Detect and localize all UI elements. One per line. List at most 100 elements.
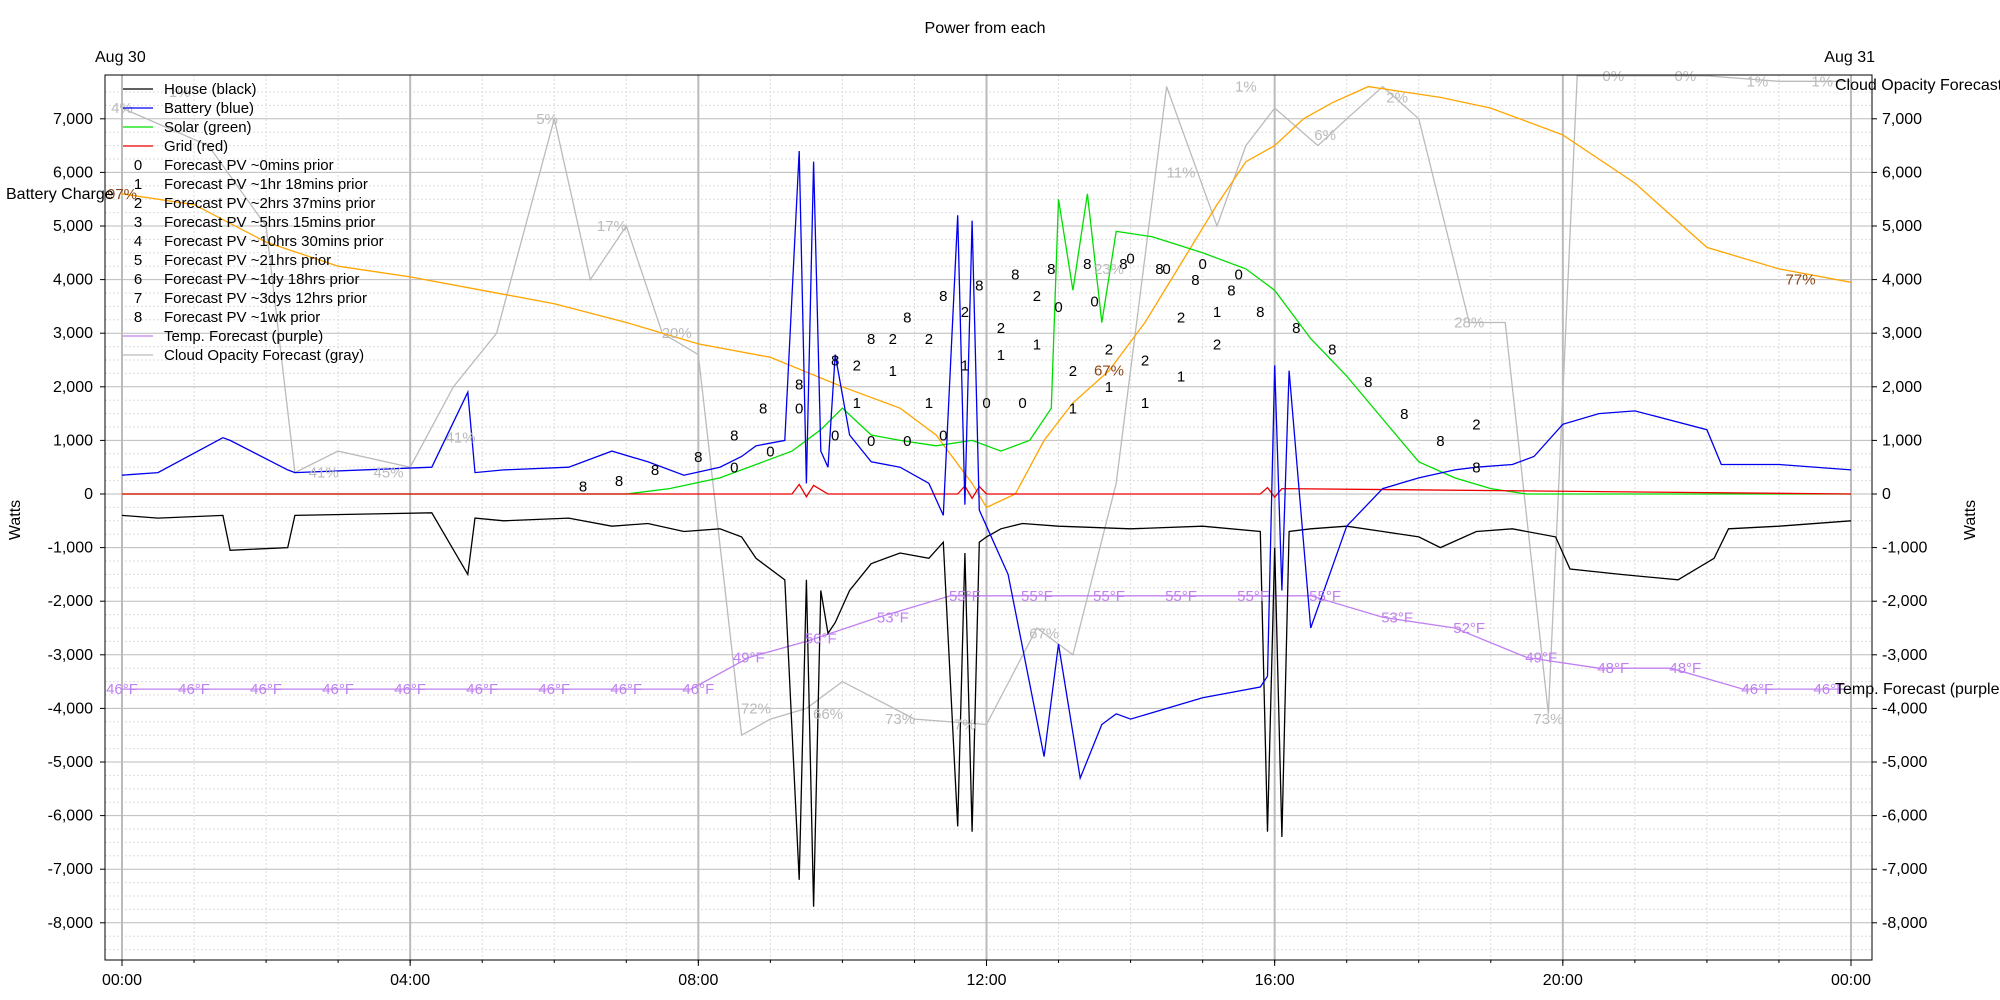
legend-item-label: Forecast PV ~1dy 18hrs prior [164, 271, 360, 288]
chart-title: Power from each [925, 20, 1046, 37]
forecast-pv-point: 0 [795, 401, 803, 418]
legend-item-label: House (black) [164, 81, 257, 98]
y-tick-label-right: -5,000 [1882, 754, 1927, 771]
y-tick-label-right: -6,000 [1882, 808, 1927, 825]
x-tick-label: 04:00 [390, 972, 430, 989]
forecast-pv-point: 8 [831, 352, 839, 369]
forecast-pv-point: 8 [1047, 261, 1055, 278]
temp-forecast-label: 52°F [1453, 620, 1485, 637]
temp-forecast-label: 55°F [949, 588, 981, 605]
forecast-pv-point: 0 [1162, 261, 1170, 278]
forecast-pv-point: 1 [1177, 368, 1185, 385]
temp-forecast-label: 55°F [1237, 588, 1269, 605]
legend-item-label: Battery (blue) [164, 100, 254, 117]
y-tick-label-left: -7,000 [48, 861, 93, 878]
power-chart: Power from each Aug 30 Aug 31 8 8 8 8 8 8 8 8 8 8… [0, 0, 2000, 1000]
forecast-pv-point: 2 [889, 331, 897, 348]
cloud-opacity-label: 1% [1747, 73, 1769, 90]
legend-symbol: 0 [134, 157, 142, 174]
forecast-pv-point: 8 [759, 401, 767, 418]
forecast-pv-point: 0 [1126, 251, 1134, 268]
legend-item-label: Temp. Forecast (purple) [164, 328, 323, 345]
cloud-opacity-label: 1% [1235, 79, 1257, 96]
legend-symbol: 2 [134, 195, 142, 212]
forecast-pv-point: 0 [1054, 299, 1062, 316]
y-tick-label-left: 1,000 [53, 432, 93, 449]
forecast-pv-point: 8 [795, 376, 803, 393]
cloud-opacity-label: 67% [1029, 625, 1059, 642]
y-tick-label-left: 2,000 [53, 379, 93, 396]
forecast-pv-point: 0 [867, 433, 875, 450]
y-tick-label-right: 2,000 [1882, 379, 1922, 396]
chart-background [0, 0, 2000, 1000]
forecast-pv-point: 8 [1328, 342, 1336, 359]
cloud-opacity-label: 73% [1533, 711, 1563, 728]
legend-symbol: 1 [134, 176, 142, 193]
date-left-label: Aug 30 [95, 49, 146, 66]
temp-forecast-label: 46°F [610, 681, 642, 698]
x-tick-label: 08:00 [678, 972, 718, 989]
temp-forecast-label: 50°F [805, 631, 837, 648]
y-tick-label-right: 7,000 [1882, 111, 1922, 128]
forecast-pv-point: 2 [1069, 363, 1077, 380]
forecast-pv-point: 0 [1198, 256, 1206, 273]
x-tick-label: 16:00 [1255, 972, 1295, 989]
forecast-pv-point: 8 [1191, 272, 1199, 289]
y-tick-label-left: 5,000 [53, 218, 93, 235]
legend-symbol: 8 [134, 309, 142, 326]
y-tick-label-right: -7,000 [1882, 861, 1927, 878]
cloud-opacity-side-label: Cloud Opacity Forecast [1835, 77, 2000, 94]
forecast-pv-point: 1 [997, 347, 1005, 364]
forecast-pv-point: 0 [1234, 267, 1242, 284]
forecast-pv-point: 8 [975, 277, 983, 294]
temp-forecast-label: 46°F [1741, 681, 1773, 698]
x-tick-label: 12:00 [966, 972, 1006, 989]
y-tick-label-left: -5,000 [48, 754, 93, 771]
forecast-pv-point: 1 [889, 363, 897, 380]
legend-item-label: Forecast PV ~0mins prior [164, 157, 334, 174]
cloud-opacity-label: 41% [446, 430, 476, 447]
forecast-pv-point: 8 [730, 427, 738, 444]
forecast-pv-point: 1 [925, 395, 933, 412]
y-tick-label-left: -4,000 [48, 700, 93, 717]
forecast-pv-point: 0 [939, 427, 947, 444]
forecast-pv-point: 0 [766, 443, 774, 460]
forecast-pv-point: 2 [1141, 352, 1149, 369]
y-tick-label-right: 0 [1882, 486, 1891, 503]
y-tick-label-left: -6,000 [48, 808, 93, 825]
forecast-pv-point: 8 [651, 462, 659, 479]
y-tick-label-right: -3,000 [1882, 647, 1927, 664]
temp-forecast-label: 46°F [250, 681, 282, 698]
forecast-pv-point: 0 [903, 433, 911, 450]
forecast-pv-point: 1 [1141, 395, 1149, 412]
forecast-pv-point: 8 [903, 309, 911, 326]
temp-forecast-label: 53°F [1381, 609, 1413, 626]
legend-item-label: Grid (red) [164, 138, 228, 155]
forecast-pv-point: 2 [1213, 336, 1221, 353]
y-axis-label-right: Watts [1962, 500, 1979, 540]
cloud-opacity-label: 0% [1674, 68, 1696, 85]
legend-item-label: Forecast PV ~5hrs 15mins prior [164, 214, 375, 231]
y-tick-label-right: 6,000 [1882, 164, 1922, 181]
battery-charge-label: 67% [1094, 363, 1124, 380]
forecast-pv-point: 2 [853, 358, 861, 375]
x-tick-label: 00:00 [1831, 972, 1871, 989]
forecast-pv-point: 2 [1105, 342, 1113, 359]
cloud-opacity-label: 45% [374, 465, 404, 482]
temp-forecast-label: 46°F [178, 681, 210, 698]
forecast-pv-point: 1 [1213, 304, 1221, 321]
cloud-opacity-label: 1% [1811, 73, 1833, 90]
cloud-opacity-label: 6% [1314, 127, 1336, 144]
cloud-opacity-label: 0% [1602, 68, 1624, 85]
legend-item-label: Forecast PV ~21hrs prior [164, 252, 331, 269]
legend-symbol: 6 [134, 271, 142, 288]
forecast-pv-point: 8 [579, 478, 587, 495]
legend-item-label: Forecast PV ~1hr 18mins prior [164, 176, 368, 193]
battery-charge-label: 77% [1786, 272, 1816, 289]
legend-symbol: 4 [134, 233, 142, 250]
temp-forecast-label: 48°F [1669, 660, 1701, 677]
forecast-pv-point: 8 [867, 331, 875, 348]
forecast-pv-point: 8 [1011, 267, 1019, 284]
forecast-pv-point: 2 [925, 331, 933, 348]
forecast-pv-point: 0 [1018, 395, 1026, 412]
